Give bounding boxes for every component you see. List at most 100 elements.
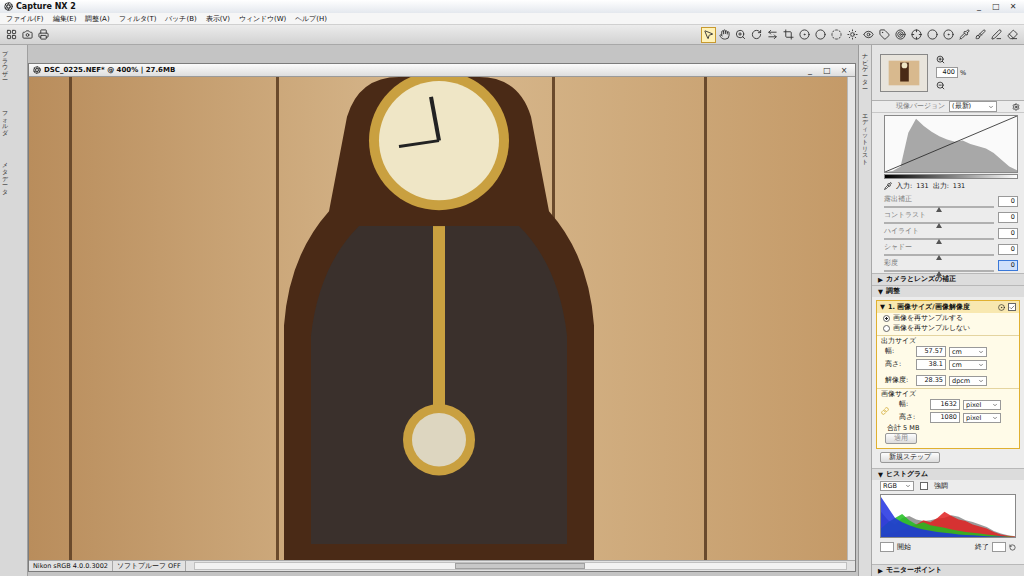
tool-button[interactable]	[733, 27, 748, 43]
slider-track[interactable]	[884, 206, 994, 208]
slider-thumb[interactable]	[936, 239, 942, 244]
step-option-icon[interactable]	[998, 304, 1005, 311]
tool-button[interactable]	[20, 27, 35, 43]
dock-tab[interactable]: ブラウザー	[2, 51, 8, 84]
settings-icon[interactable]	[1012, 103, 1020, 111]
photo-area[interactable]	[29, 77, 847, 560]
slider-value[interactable]: 0	[998, 212, 1018, 223]
soft-proof-status[interactable]: ソフトプルーフ OFF	[113, 561, 186, 571]
monitor-point-section[interactable]: ▶モニターポイント	[872, 564, 1024, 576]
window-control[interactable]: _	[972, 2, 986, 11]
expand-arrow[interactable]: ▶	[878, 567, 883, 575]
tool-button[interactable]	[941, 27, 956, 43]
horizontal-scrollbar[interactable]	[194, 562, 847, 570]
expand-arrow[interactable]: ▼	[880, 303, 885, 311]
expand-arrow[interactable]: ▼	[878, 288, 883, 296]
slider-value[interactable]: 0	[998, 244, 1018, 255]
tool-button[interactable]	[893, 27, 908, 43]
slider-thumb[interactable]	[936, 271, 942, 276]
tool-button[interactable]	[781, 27, 796, 43]
image-window-control[interactable]: □	[820, 66, 834, 75]
start-field[interactable]	[880, 542, 894, 552]
tool-button[interactable]	[749, 27, 764, 43]
radio-button[interactable]	[883, 315, 890, 322]
slider-track[interactable]	[884, 238, 994, 240]
slider-track[interactable]	[884, 270, 994, 272]
tool-button[interactable]	[989, 27, 1004, 43]
unit-select[interactable]: dpcm	[949, 376, 987, 386]
window-control[interactable]: ✕	[1006, 2, 1020, 11]
step-header[interactable]: ▼1. 画像サイズ/画像解像度	[877, 301, 1019, 313]
tool-button[interactable]	[845, 27, 860, 43]
zoom-out-icon[interactable]	[936, 81, 945, 90]
slider-value[interactable]: 0	[998, 196, 1018, 207]
menu-item[interactable]: バッチ(B)	[165, 14, 196, 24]
menu-item[interactable]: 編集(E)	[53, 14, 77, 24]
field-input[interactable]: 1632	[930, 399, 960, 410]
field-input[interactable]: 28.35	[916, 375, 946, 386]
link-icon[interactable]	[881, 407, 889, 415]
slider-thumb[interactable]	[936, 255, 942, 260]
curve-line[interactable]	[885, 116, 1017, 172]
slider-thumb[interactable]	[936, 207, 942, 212]
tool-button[interactable]	[797, 27, 812, 43]
zoom-in-icon[interactable]	[936, 55, 945, 64]
slider-value[interactable]: 0	[998, 260, 1018, 271]
window-control[interactable]: □	[989, 2, 1003, 11]
tool-button[interactable]	[973, 27, 988, 43]
tool-button[interactable]	[4, 27, 19, 43]
dock-tab[interactable]: メタデータ	[2, 162, 8, 195]
menu-item[interactable]: ファイル(F)	[6, 14, 44, 24]
tool-button[interactable]	[909, 27, 924, 43]
tool-button[interactable]	[925, 27, 940, 43]
dock-tab[interactable]: エディットリスト	[862, 113, 868, 166]
menu-item[interactable]: フィルタ(T)	[119, 14, 157, 24]
slider-track[interactable]	[884, 254, 994, 256]
menu-item[interactable]: ヘルプ(H)	[295, 14, 327, 24]
radio-button[interactable]	[883, 325, 890, 332]
tool-button[interactable]	[813, 27, 828, 43]
version-select[interactable]: (最新)	[949, 101, 997, 112]
image-window-control[interactable]: ×	[837, 66, 851, 75]
slider-thumb[interactable]	[936, 223, 942, 228]
tool-button[interactable]	[829, 27, 844, 43]
menu-item[interactable]: 調整(A)	[85, 14, 109, 24]
adjust-section[interactable]: ▼調整	[872, 285, 1024, 297]
zoom-field[interactable]: 400	[936, 67, 958, 78]
tool-button[interactable]	[957, 27, 972, 43]
slider-track[interactable]	[884, 222, 994, 224]
new-step-button[interactable]: 新規ステップ	[880, 452, 940, 463]
tool-button[interactable]	[717, 27, 732, 43]
vertical-scrollbar[interactable]	[847, 77, 855, 560]
reset-icon[interactable]	[1009, 544, 1016, 551]
expand-arrow[interactable]: ▶	[878, 276, 883, 284]
emphasis-checkbox[interactable]	[920, 482, 928, 490]
radio-option[interactable]: 画像を再サンプルしない	[877, 323, 1019, 333]
unit-select[interactable]: cm	[949, 347, 987, 357]
unit-select[interactable]: pixel	[963, 400, 1001, 410]
field-input[interactable]: 38.1	[916, 359, 946, 370]
tool-button[interactable]	[701, 27, 716, 43]
tool-button[interactable]	[36, 27, 51, 43]
dock-tab[interactable]: ナビゲーター	[862, 53, 868, 93]
field-input[interactable]: 1080	[930, 412, 960, 423]
navigator-thumbnail[interactable]	[881, 55, 927, 91]
tool-button[interactable]	[861, 27, 876, 43]
histogram-header[interactable]: ▼ヒストグラム	[872, 468, 1024, 480]
slider-value[interactable]: 0	[998, 228, 1018, 239]
camera-lens-section[interactable]: ▶カメラとレンズの補正	[872, 273, 1024, 285]
eyedropper-icon[interactable]	[884, 182, 892, 190]
thumbnail[interactable]	[880, 54, 928, 92]
tool-button[interactable]	[765, 27, 780, 43]
image-window-control[interactable]: _	[803, 66, 817, 75]
channel-select[interactable]: RGB	[880, 481, 914, 491]
tool-button[interactable]	[1005, 27, 1020, 43]
end-field[interactable]	[992, 542, 1006, 552]
tone-curve[interactable]	[884, 115, 1018, 173]
dock-tab[interactable]: フォルダ	[2, 110, 8, 136]
scroll-thumb[interactable]	[455, 563, 585, 569]
step-enable-checkbox[interactable]	[1008, 303, 1016, 311]
tool-button[interactable]	[877, 27, 892, 43]
field-input[interactable]: 57.57	[916, 346, 946, 357]
unit-select[interactable]: pixel	[963, 413, 1001, 423]
